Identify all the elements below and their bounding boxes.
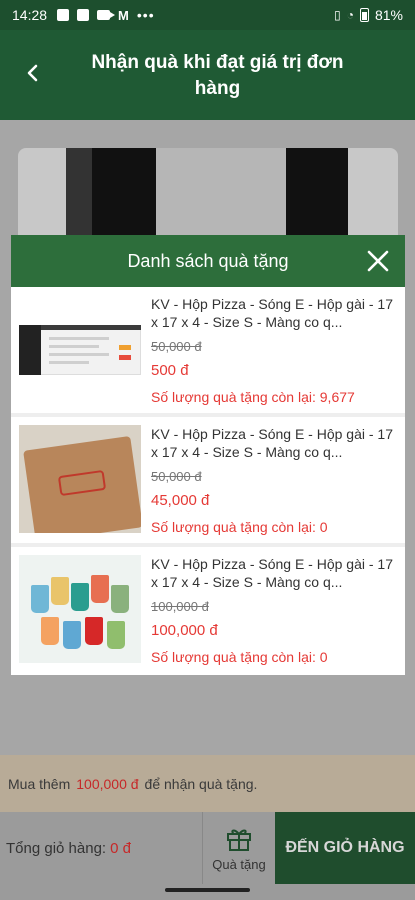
notification-icons: M ••• <box>57 7 155 23</box>
gift-list: KV - Hộp Pizza - Sóng E - Hộp gài - 17 x… <box>11 287 405 673</box>
promo-amount: 100,000 đ <box>76 775 139 792</box>
cart-total: Tổng giỏ hàng: 0 đ <box>0 812 202 884</box>
gift-name: KV - Hộp Pizza - Sóng E - Hộp gài - 17 x… <box>151 426 393 460</box>
vibrate-icon: ▯ <box>334 8 341 22</box>
gift-new-price: 500 đ <box>151 362 189 379</box>
battery-icon <box>359 8 369 22</box>
gift-button[interactable]: Quà tặng <box>202 812 275 884</box>
product-image <box>19 555 141 663</box>
gift-item[interactable]: KV - Hộp Pizza - Sóng E - Hộp gài - 17 x… <box>11 417 405 543</box>
gift-button-label: Quà tặng <box>212 856 266 872</box>
promo-prefix: Mua thêm <box>8 775 71 792</box>
gift-old-price: 50,000 đ <box>151 469 202 484</box>
more-icon: ••• <box>136 7 155 23</box>
back-button[interactable] <box>18 58 48 88</box>
product-image <box>19 295 141 403</box>
close-icon[interactable] <box>365 248 391 274</box>
gmail-icon: M <box>118 7 129 23</box>
notification-square-icon <box>77 9 90 21</box>
modal-title: Danh sách quà tặng <box>127 250 289 271</box>
gift-remaining: Số lượng quà tặng còn lại: 0 <box>151 649 328 665</box>
promo-bar: Mua thêm 100,000 đ để nhận quà tặng. <box>0 755 415 812</box>
gift-name: KV - Hộp Pizza - Sóng E - Hộp gài - 17 x… <box>151 296 393 330</box>
status-time: 14:28 <box>12 7 48 23</box>
gift-new-price: 100,000 đ <box>151 622 218 639</box>
status-bar: 14:28 M ••• ▯ ◔ 81% <box>0 0 415 30</box>
app-header: Nhận quà khi đạt giá trị đơn hàng <box>0 30 415 120</box>
gift-list-modal: Danh sách quà tặng KV - Hộp Pizza - Sóng… <box>11 235 405 675</box>
modal-header: Danh sách quà tặng <box>11 235 405 287</box>
gift-name: KV - Hộp Pizza - Sóng E - Hộp gài - 17 x… <box>151 556 393 590</box>
cart-total-label: Tổng giỏ hàng: <box>6 839 107 857</box>
chevron-left-icon <box>27 64 38 82</box>
wifi-icon: ◔ <box>346 8 354 22</box>
gift-old-price: 50,000 đ <box>151 339 202 354</box>
gift-new-price: 45,000 đ <box>151 492 210 509</box>
gift-item[interactable]: KV - Hộp Pizza - Sóng E - Hộp gài - 17 x… <box>11 547 405 673</box>
promo-suffix: để nhận quà tặng. <box>144 775 258 792</box>
battery-percent: 81% <box>374 7 403 23</box>
gesture-nav-bar <box>165 888 250 892</box>
go-to-cart-button[interactable]: ĐẾN GIỎ HÀNG <box>275 812 415 884</box>
page-title: Nhận quà khi đạt giá trị đơn hàng <box>91 52 344 99</box>
cart-total-value: 0 đ <box>110 839 131 857</box>
product-image <box>19 425 141 533</box>
video-camera-icon <box>97 10 116 20</box>
gift-icon <box>227 829 251 851</box>
notification-square-icon <box>57 9 70 21</box>
gift-remaining: Số lượng quà tặng còn lại: 9,677 <box>151 389 355 405</box>
gift-remaining: Số lượng quà tặng còn lại: 0 <box>151 519 328 535</box>
gift-old-price: 100,000 đ <box>151 599 209 614</box>
bottom-bar: Tổng giỏ hàng: 0 đ Quà tặng ĐẾN GIỎ HÀNG <box>0 812 415 900</box>
gift-item[interactable]: KV - Hộp Pizza - Sóng E - Hộp gài - 17 x… <box>11 287 405 413</box>
banner-image <box>18 148 398 248</box>
